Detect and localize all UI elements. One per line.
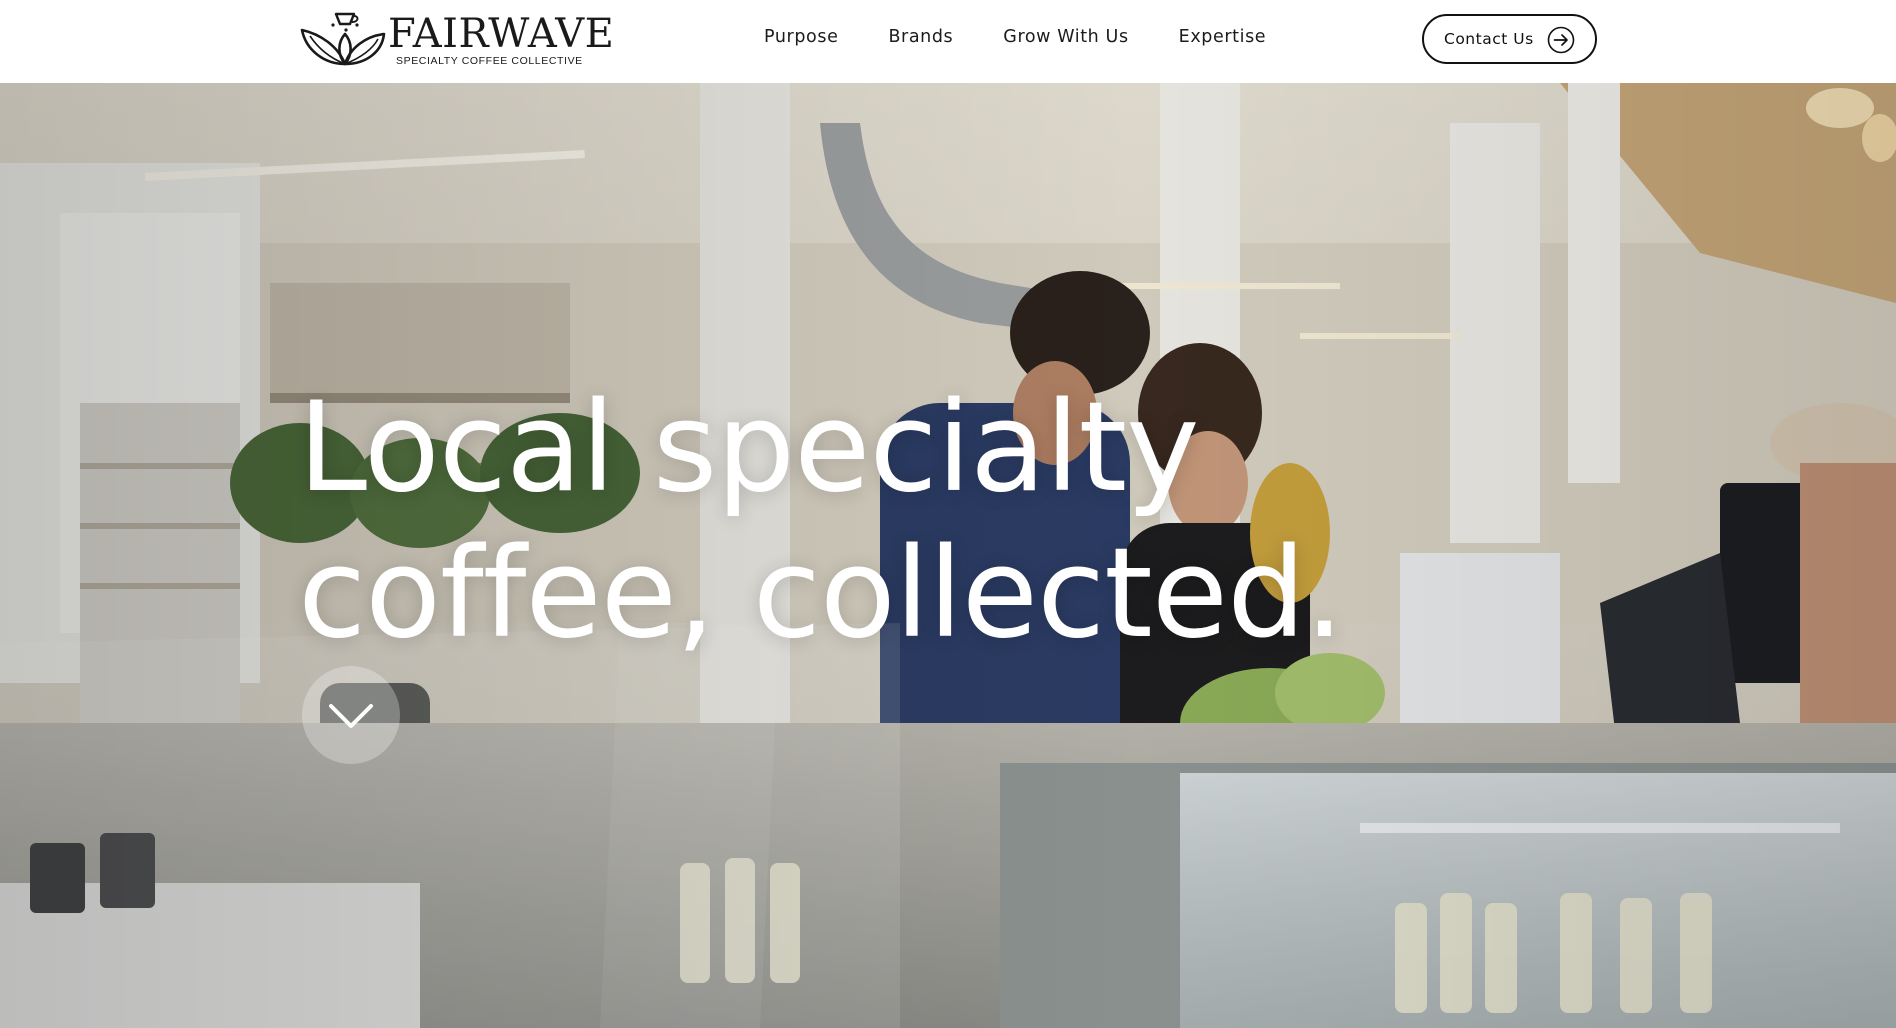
scroll-down-button[interactable] [302,666,400,764]
brand-tagline: SPECIALTY COFFEE COLLECTIVE [396,54,583,67]
arrow-right-circle-icon [1547,26,1575,54]
nav-link-grow-with-us[interactable]: Grow With Us [1003,27,1128,47]
nav-link-brands[interactable]: Brands [888,27,953,47]
hero-headline: Local specialty coffee, collected. [298,375,1498,667]
site-header: FAIRWAVE SPECIALTY COFFEE COLLECTIVE Pur… [0,0,1896,83]
brand-logo[interactable]: FAIRWAVE SPECIALTY COFFEE COLLECTIVE [300,12,614,68]
nav-link-expertise[interactable]: Expertise [1179,27,1267,47]
chevron-down-icon [329,704,373,728]
hero-headline-line-2: coffee, collected. [298,522,1344,666]
nav-link-purpose[interactable]: Purpose [764,27,838,47]
brand-text: FAIRWAVE SPECIALTY COFFEE COLLECTIVE [388,14,614,67]
coffee-cup-leaves-logo-icon [300,12,386,66]
contact-us-button[interactable]: Contact Us [1422,14,1597,64]
main-nav: Purpose Brands Grow With Us Expertise [764,24,1266,50]
hero-section: Local specialty coffee, collected. [0,83,1896,1028]
contact-us-label: Contact Us [1444,30,1534,48]
hero-headline-line-1: Local specialty [298,376,1199,520]
brand-name: FAIRWAVE [388,10,615,57]
